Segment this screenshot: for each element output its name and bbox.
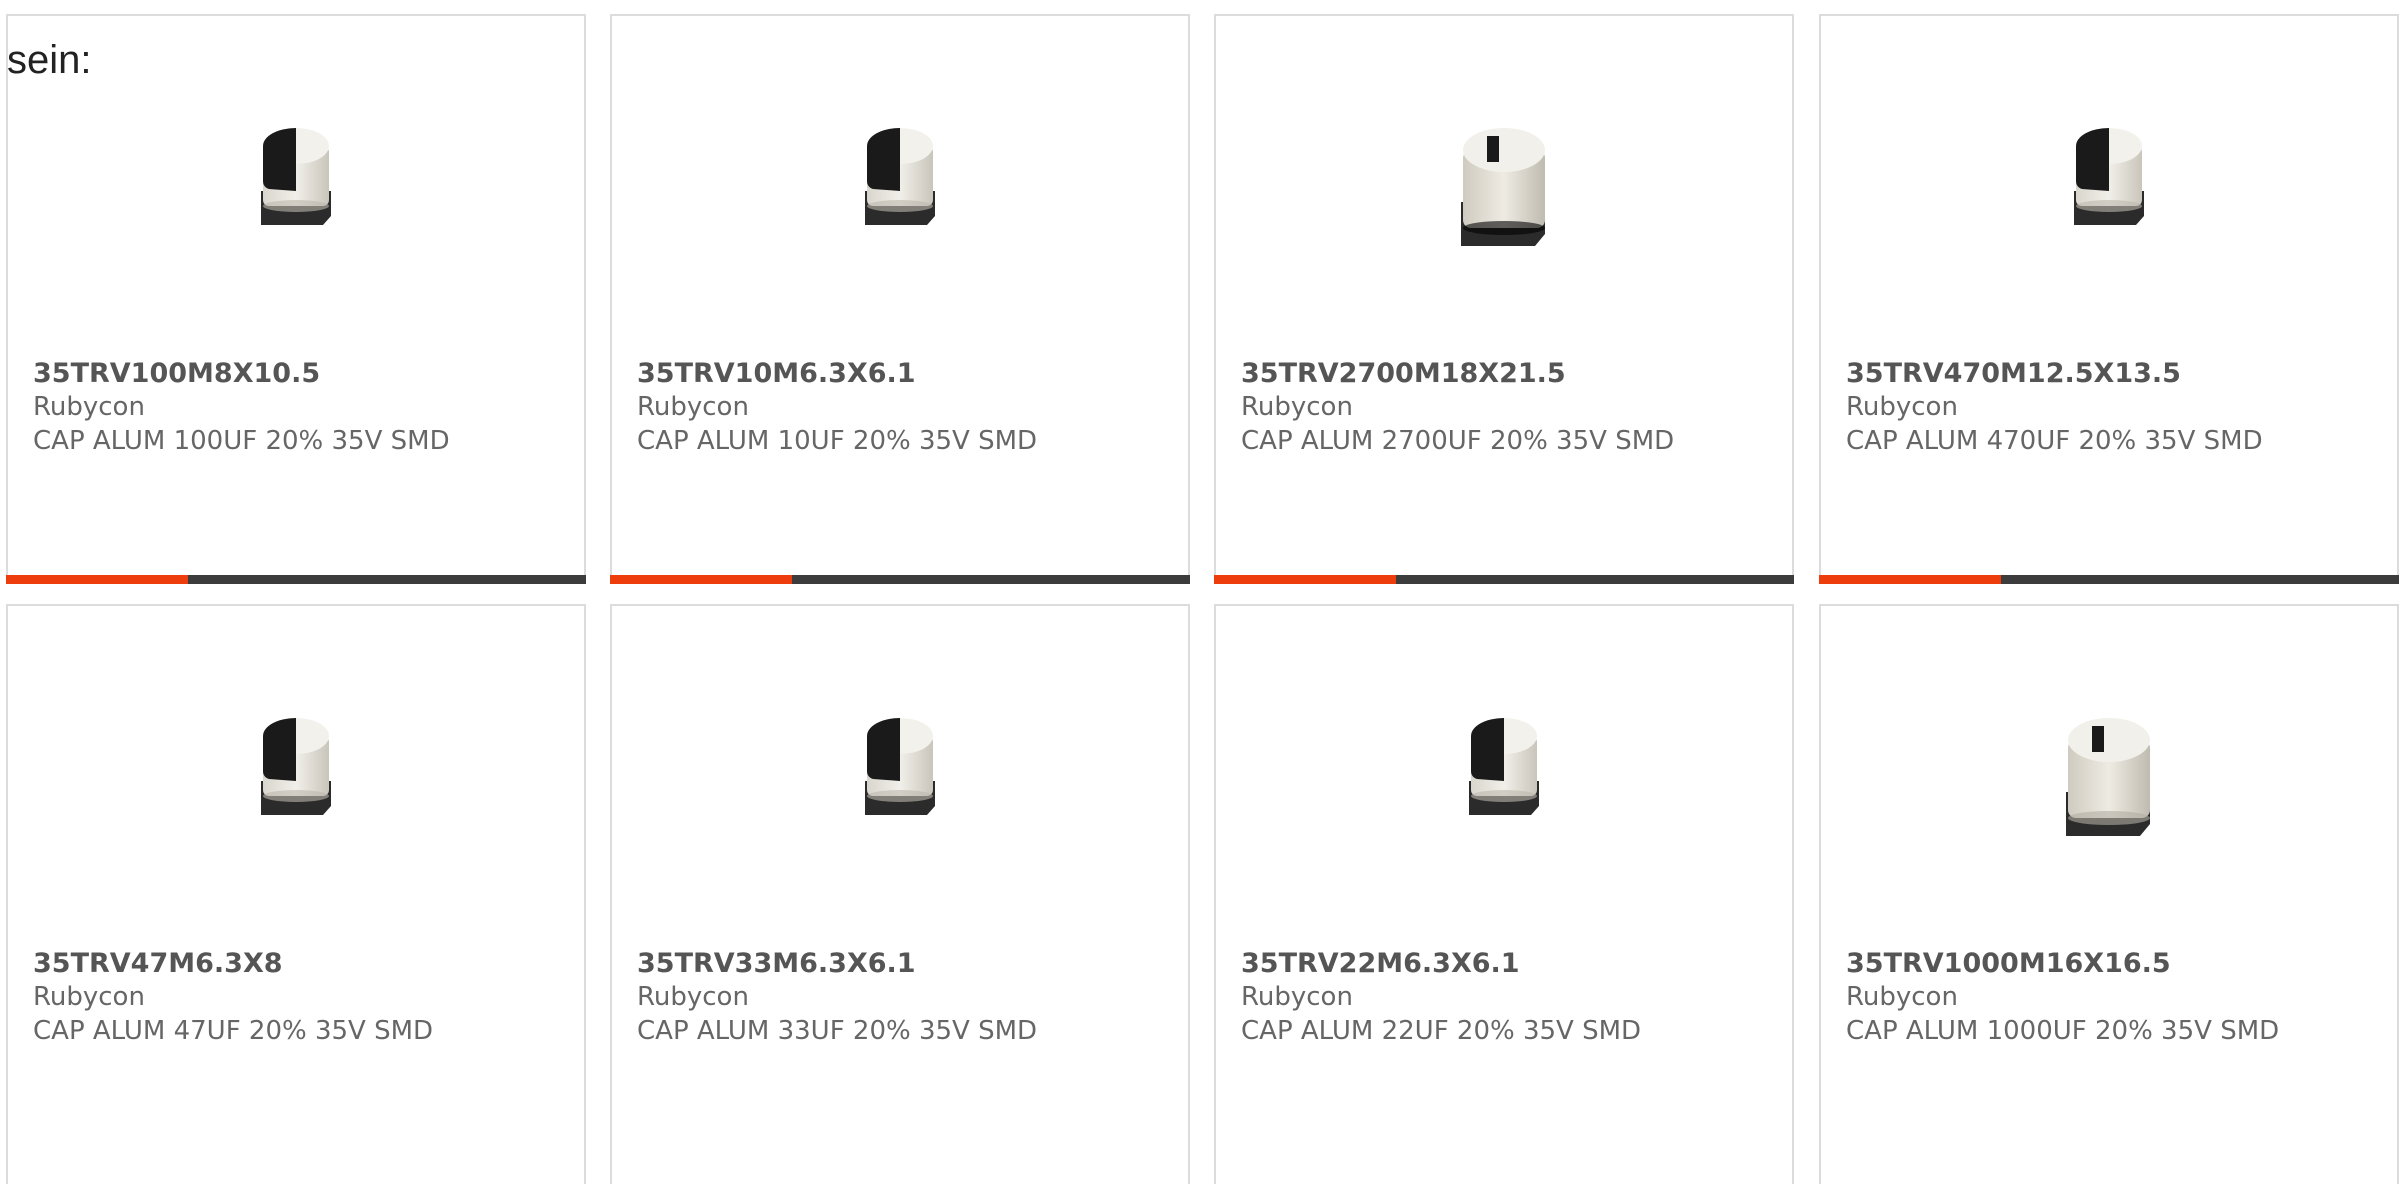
manufacturer: Rubycon: [1241, 982, 1353, 1012]
capacitor-small-icon[interactable]: [1424, 686, 1584, 846]
capacitor-large-icon[interactable]: [1404, 92, 1604, 282]
part-number[interactable]: 35TRV100M8X10.5: [33, 358, 320, 389]
part-number[interactable]: 35TRV1000M16X16.5: [1846, 948, 2171, 979]
capacitor-large-icon[interactable]: [2009, 682, 2209, 872]
capacitor-small-icon[interactable]: [820, 686, 980, 846]
card-bar-accent: [610, 575, 792, 584]
card-bar-accent: [6, 575, 188, 584]
product-card[interactable]: 35TRV10M6.3X6.1 Rubycon CAP ALUM 10UF 20…: [610, 14, 1190, 584]
card-bar: [6, 575, 586, 584]
description: CAP ALUM 1000UF 20% 35V SMD: [1846, 1016, 2280, 1046]
manufacturer: Rubycon: [1241, 392, 1353, 422]
manufacturer: Rubycon: [637, 392, 749, 422]
part-number[interactable]: 35TRV22M6.3X6.1: [1241, 948, 1520, 979]
part-number[interactable]: 35TRV470M12.5X13.5: [1846, 358, 2181, 389]
part-number[interactable]: 35TRV2700M18X21.5: [1241, 358, 1566, 389]
capacitor-small-icon[interactable]: [216, 96, 376, 256]
card-bar-accent: [1214, 575, 1396, 584]
card-bar: [1819, 575, 2399, 584]
product-grid: 35TRV100M8X10.5 Rubycon CAP ALUM 100UF 2…: [0, 0, 2407, 1184]
card-bar-accent: [1819, 575, 2001, 584]
manufacturer: Rubycon: [1846, 982, 1958, 1012]
part-number[interactable]: 35TRV47M6.3X8: [33, 948, 283, 979]
manufacturer: Rubycon: [33, 392, 145, 422]
description: CAP ALUM 22UF 20% 35V SMD: [1241, 1016, 1642, 1046]
description: CAP ALUM 470UF 20% 35V SMD: [1846, 426, 2263, 456]
part-number[interactable]: 35TRV33M6.3X6.1: [637, 948, 916, 979]
product-card[interactable]: 35TRV22M6.3X6.1 Rubycon CAP ALUM 22UF 20…: [1214, 604, 1794, 1184]
product-card[interactable]: 35TRV100M8X10.5 Rubycon CAP ALUM 100UF 2…: [6, 14, 586, 584]
product-card[interactable]: 35TRV47M6.3X8 Rubycon CAP ALUM 47UF 20% …: [6, 604, 586, 1184]
product-card[interactable]: 35TRV1000M16X16.5 Rubycon CAP ALUM 1000U…: [1819, 604, 2399, 1184]
capacitor-small-icon[interactable]: [216, 686, 376, 846]
manufacturer: Rubycon: [637, 982, 749, 1012]
card-bar: [610, 575, 1190, 584]
capacitor-small-icon[interactable]: [820, 96, 980, 256]
product-card[interactable]: 35TRV470M12.5X13.5 Rubycon CAP ALUM 470U…: [1819, 14, 2399, 584]
product-card[interactable]: 35TRV33M6.3X6.1 Rubycon CAP ALUM 33UF 20…: [610, 604, 1190, 1184]
manufacturer: Rubycon: [33, 982, 145, 1012]
part-number[interactable]: 35TRV10M6.3X6.1: [637, 358, 916, 389]
card-bar: [1214, 575, 1794, 584]
product-card[interactable]: 35TRV2700M18X21.5 Rubycon CAP ALUM 2700U…: [1214, 14, 1794, 584]
manufacturer: Rubycon: [1846, 392, 1958, 422]
capacitor-small-icon[interactable]: [2029, 96, 2189, 256]
description: CAP ALUM 47UF 20% 35V SMD: [33, 1016, 434, 1046]
description: CAP ALUM 33UF 20% 35V SMD: [637, 1016, 1038, 1046]
description: CAP ALUM 100UF 20% 35V SMD: [33, 426, 450, 456]
section-heading: sein:: [7, 38, 92, 82]
description: CAP ALUM 2700UF 20% 35V SMD: [1241, 426, 1675, 456]
description: CAP ALUM 10UF 20% 35V SMD: [637, 426, 1038, 456]
